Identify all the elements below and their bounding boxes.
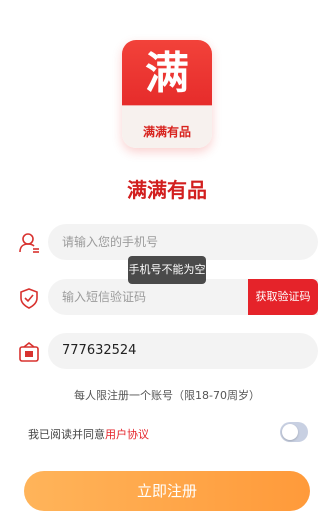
user-agreement-link[interactable]: 用户协议 xyxy=(105,428,149,441)
sms-code-row: 输入短信验证码 获取验证码 xyxy=(16,279,318,315)
register-button[interactable]: 立即注册 xyxy=(24,471,310,511)
phone-row: 请输入您的手机号 xyxy=(16,224,318,260)
agreement-prefix: 我已阅读并同意 xyxy=(28,428,105,441)
logo-subtitle: 满满有品 xyxy=(142,125,191,139)
agreement-toggle[interactable] xyxy=(280,422,308,442)
sms-code-placeholder: 输入短信验证码 xyxy=(62,290,147,304)
id-card-icon xyxy=(18,341,40,363)
user-icon xyxy=(18,232,40,254)
phone-placeholder: 请输入您的手机号 xyxy=(62,235,159,249)
agreement-text: 我已阅读并同意用户协议 xyxy=(28,426,149,442)
registration-hint: 每人限注册一个账号（限18-70周岁） xyxy=(74,389,260,402)
id-value: 777632524 xyxy=(62,343,137,358)
logo-character: 满 xyxy=(145,48,189,99)
id-input[interactable]: 777632524 xyxy=(48,333,318,369)
get-code-button[interactable]: 获取验证码 xyxy=(248,279,318,315)
toast-message: 手机号不能为空 xyxy=(128,256,206,284)
toggle-knob xyxy=(282,424,298,440)
app-logo: 满 满满有品 xyxy=(122,40,212,148)
app-name: 满满有品 xyxy=(127,178,207,202)
id-row: 777632524 xyxy=(16,333,318,369)
shield-check-icon xyxy=(18,287,40,309)
phone-input[interactable]: 请输入您的手机号 xyxy=(48,224,318,260)
